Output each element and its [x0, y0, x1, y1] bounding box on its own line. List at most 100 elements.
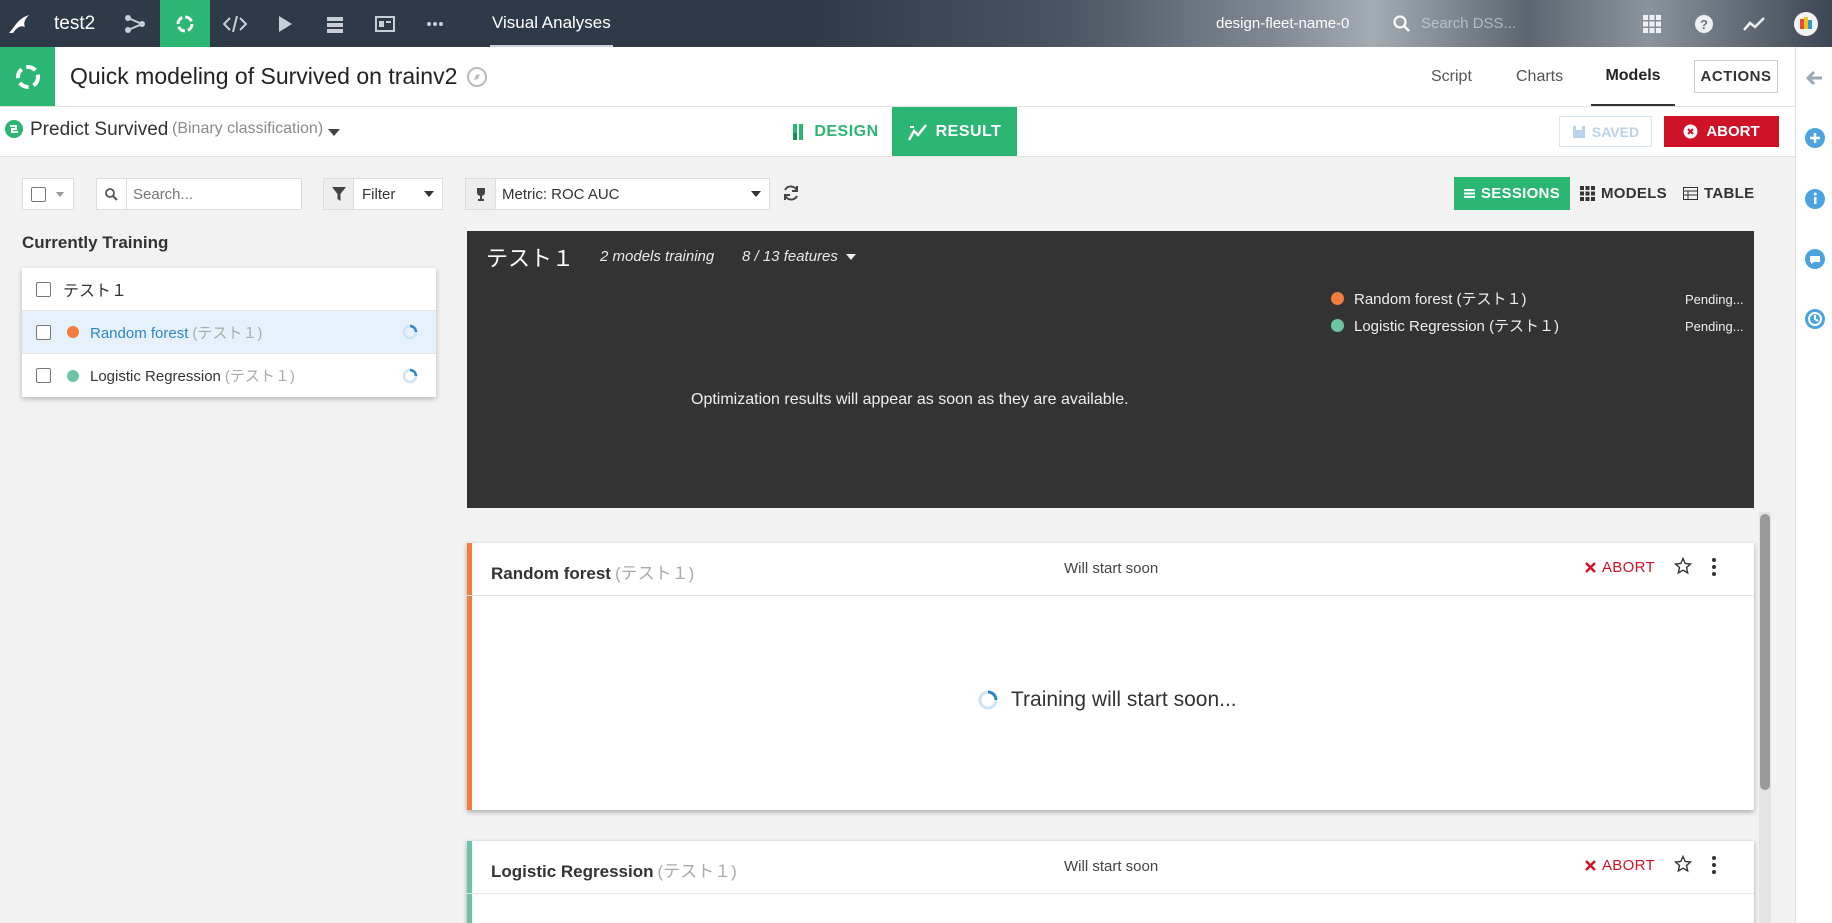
save-disk-icon — [1572, 125, 1585, 138]
features-dropdown[interactable]: 8 / 13 features — [742, 248, 856, 265]
abort-all-button-label: ABORT — [1706, 123, 1760, 140]
actions-button[interactable]: ACTIONS — [1694, 60, 1778, 93]
dataiku-bird-icon[interactable] — [0, 0, 40, 47]
task-type[interactable]: (Binary classification) — [172, 120, 323, 138]
vertical-dots-menu-icon[interactable] — [1711, 557, 1717, 577]
model-card-session: (テスト１) — [614, 564, 695, 583]
svg-text:?: ? — [1700, 17, 1708, 32]
legend-label: Random forest (テスト１) — [1354, 291, 1527, 308]
model-name[interactable]: Random forest (テスト１) — [90, 322, 262, 343]
star-icon[interactable] — [1674, 855, 1692, 873]
apps-grid-icon[interactable] — [1634, 0, 1670, 47]
stack-icon[interactable] — [310, 0, 360, 47]
select-all-dropdown[interactable] — [22, 178, 74, 210]
model-search-input[interactable] — [127, 179, 297, 209]
model-name[interactable]: Logistic Regression (テスト１) — [90, 365, 295, 386]
saved-button[interactable]: SAVED — [1559, 116, 1652, 147]
spinner-icon — [402, 368, 418, 384]
content-scrollbar[interactable] — [1759, 512, 1771, 923]
task-dropdown-caret-icon[interactable] — [328, 129, 340, 136]
training-status-message: Training will start soon... — [977, 688, 1237, 712]
refresh-icon[interactable] — [782, 184, 800, 202]
metric-dropdown[interactable]: Metric: ROC AUC — [465, 178, 770, 210]
model-card-name: Random forest — [491, 564, 611, 583]
table-view-button[interactable]: TABLE — [1673, 177, 1764, 210]
more-icon[interactable] — [410, 0, 460, 47]
result-icon — [907, 123, 927, 141]
model-card-title[interactable]: Random forest (テスト１) — [491, 559, 694, 584]
filter-dropdown[interactable]: Filter — [323, 178, 443, 210]
table-view-label: TABLE — [1704, 185, 1755, 202]
models-view-button[interactable]: MODELS — [1570, 177, 1677, 210]
model-abort-label: ABORT — [1602, 559, 1655, 576]
model-abort-button[interactable]: ABORT — [1585, 559, 1655, 576]
task-name[interactable]: Predict Survived — [30, 119, 168, 141]
tab-charts[interactable]: Charts — [1516, 47, 1563, 106]
task-subheader: Predict Survived (Binary classification)… — [0, 107, 1795, 157]
select-all-checkbox[interactable] — [31, 186, 46, 202]
model-checkbox[interactable] — [36, 368, 51, 383]
flow-icon[interactable] — [110, 0, 160, 47]
model-checkbox[interactable] — [36, 324, 51, 340]
design-button[interactable]: DESIGN — [777, 107, 892, 156]
lab-icon[interactable] — [160, 0, 210, 47]
top-navigation-bar: test2 Visual Analyses design-fleet-name-… — [0, 0, 1832, 47]
session-checkbox[interactable] — [36, 281, 51, 297]
filter-funnel-icon — [324, 179, 354, 209]
model-card-session: (テスト１) — [657, 862, 737, 881]
nav-current-section[interactable]: Visual Analyses — [490, 0, 613, 47]
table-icon — [1683, 187, 1698, 200]
back-arrow-icon[interactable] — [1804, 67, 1826, 89]
global-search-input[interactable] — [1421, 15, 1571, 32]
close-icon — [1585, 562, 1596, 573]
chevron-down-icon[interactable] — [56, 191, 64, 197]
model-abort-button[interactable]: ABORT — [1585, 857, 1655, 874]
help-icon[interactable]: ? — [1686, 0, 1722, 47]
legend-color-dot — [1331, 319, 1344, 332]
activity-icon[interactable] — [1736, 0, 1772, 47]
close-icon — [1585, 860, 1596, 871]
vertical-dots-menu-icon[interactable] — [1711, 855, 1717, 875]
model-row-logistic-regression[interactable]: Logistic Regression (テスト１) — [22, 354, 436, 397]
chevron-down-icon — [424, 191, 434, 197]
scrollbar-thumb[interactable] — [1760, 514, 1770, 790]
play-icon[interactable] — [260, 0, 310, 47]
result-button-label: RESULT — [935, 122, 1002, 140]
model-session: (テスト１) — [192, 324, 263, 342]
star-icon[interactable] — [1674, 557, 1692, 575]
result-button[interactable]: RESULT — [892, 107, 1017, 156]
abort-all-button[interactable]: ABORT — [1664, 116, 1779, 147]
dashboard-icon[interactable] — [360, 0, 410, 47]
sessions-view-button[interactable]: SESSIONS — [1454, 177, 1570, 210]
close-circle-icon — [1683, 124, 1698, 139]
tab-script[interactable]: Script — [1431, 47, 1472, 106]
lab-logo-icon — [0, 47, 55, 106]
model-row-random-forest[interactable]: Random forest (テスト１) — [22, 311, 436, 354]
model-name-text: Logistic Regression — [90, 368, 221, 385]
model-card-header: Logistic Regression (テスト１) Will start soo… — [467, 841, 1754, 894]
history-clock-icon[interactable] — [1804, 308, 1826, 330]
model-color-dot — [67, 326, 79, 338]
add-circle-icon[interactable] — [1804, 127, 1826, 149]
compass-icon[interactable] — [466, 66, 488, 88]
training-status-text: Training will start soon... — [1011, 688, 1237, 711]
currently-training-list: テスト１ Random forest (テスト１) Logistic Regres… — [22, 268, 436, 397]
project-name[interactable]: test2 — [40, 0, 110, 47]
model-card-title[interactable]: Logistic Regression (テスト１) — [491, 857, 737, 882]
right-sidebar — [1795, 47, 1832, 923]
search-icon — [1393, 14, 1410, 32]
model-card-header: Random forest (テスト１) Will start soon ABOR… — [467, 543, 1754, 596]
code-icon[interactable] — [210, 0, 260, 47]
flask-icon — [793, 123, 804, 140]
info-icon[interactable] — [1804, 188, 1826, 210]
filter-label: Filter — [362, 185, 396, 203]
python-task-icon — [4, 119, 24, 139]
session-row[interactable]: テスト１ — [22, 268, 436, 311]
global-search[interactable] — [1393, 0, 1613, 47]
legend-status: Pending... — [1685, 319, 1744, 334]
legend-item: Logistic Regression (テスト１) — [1331, 315, 1559, 336]
user-avatar[interactable] — [1788, 0, 1824, 47]
tab-models[interactable]: Models — [1591, 47, 1675, 106]
model-search[interactable] — [96, 178, 302, 210]
discussion-icon[interactable] — [1804, 248, 1826, 270]
